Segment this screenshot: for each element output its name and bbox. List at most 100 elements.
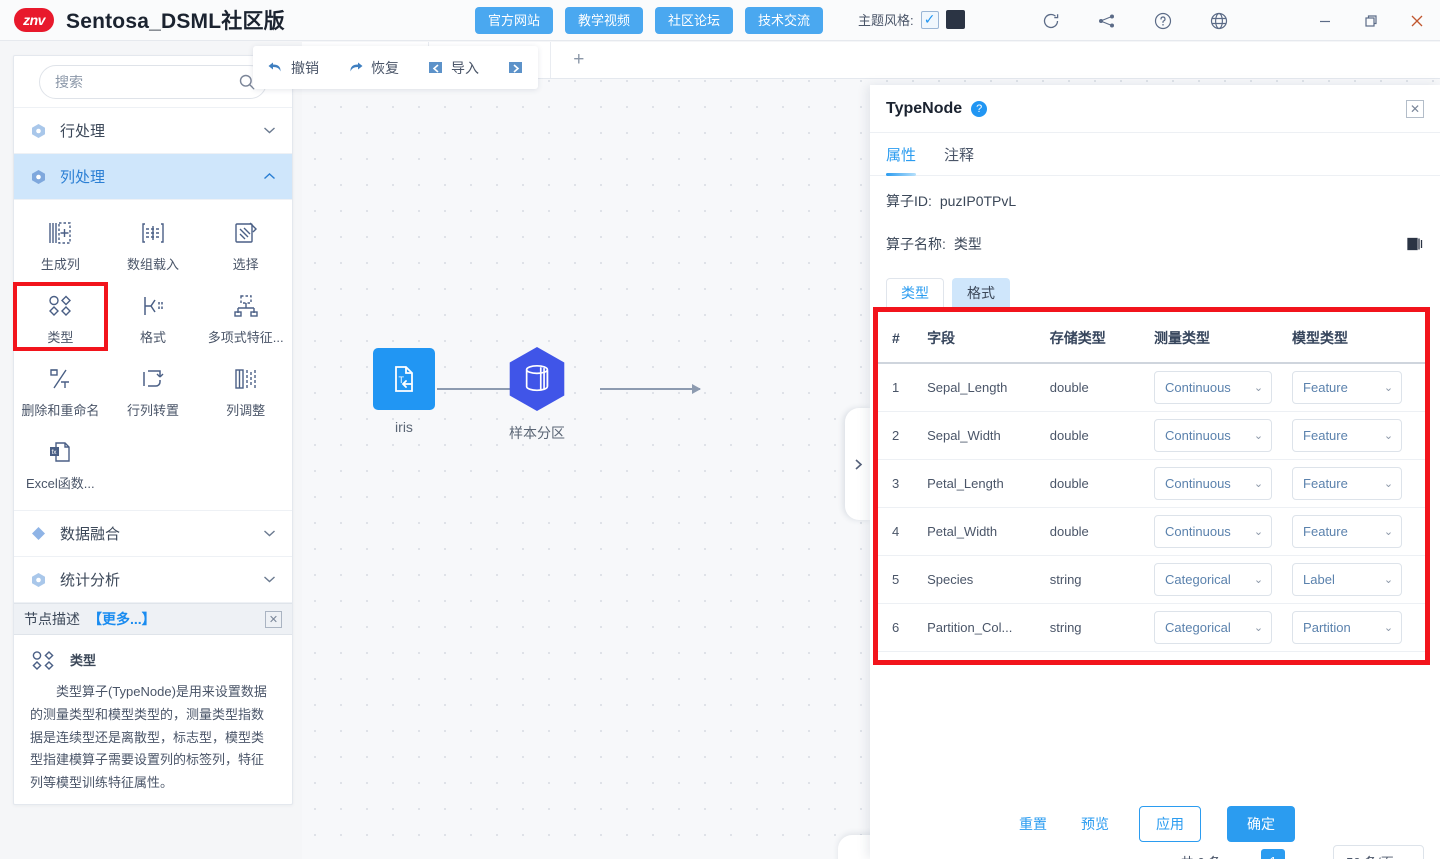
canvas-node-label: 样本分区 (509, 425, 565, 441)
operator-format[interactable]: 格式 (107, 283, 200, 350)
generate-column-icon (47, 218, 73, 248)
copy-icon[interactable] (1406, 235, 1424, 253)
polynomial-feature-icon (233, 291, 259, 321)
minimize-icon[interactable] (1302, 0, 1348, 41)
page-size-value: 50 条/页 (1346, 852, 1394, 859)
redo-icon (347, 59, 364, 76)
tech-exchange-button[interactable]: 技术交流 (745, 7, 824, 34)
canvas-node-iris[interactable]: T iris (373, 348, 435, 435)
close-icon[interactable]: ✕ (265, 610, 282, 628)
measure-type-select[interactable]: Continuous ⌄ (1154, 466, 1273, 500)
measure-type-select[interactable]: Categorical ⌄ (1154, 610, 1273, 644)
chevron-right-icon[interactable] (845, 408, 871, 520)
chevron-up-icon[interactable] (263, 170, 276, 184)
apply-button[interactable]: 应用 (1139, 806, 1201, 842)
import-button[interactable]: 导入 (427, 58, 479, 78)
undo-button[interactable]: 撤销 (267, 58, 319, 78)
operator-sidebar: 行处理 列处理 生成列 (13, 55, 293, 805)
nav-button-group: 官方网站 教学视频 社区论坛 技术交流 (475, 7, 824, 34)
cell-index: 6 (878, 603, 928, 652)
measure-type-value: Continuous (1165, 427, 1231, 443)
pagination-total: 共 6 条 (1181, 852, 1221, 859)
chevron-down-icon[interactable] (263, 527, 276, 541)
search-input[interactable] (53, 72, 238, 91)
sidebar-group-data-fusion[interactable]: 数据融合 (14, 511, 292, 557)
cell-index: 4 (878, 507, 928, 556)
chevron-down-icon: ⌄ (1383, 477, 1394, 490)
sidebar-group-statistical-analysis[interactable]: 统计分析 (14, 557, 292, 603)
pagination-page-1[interactable]: 1 (1261, 849, 1286, 859)
canvas-node-sample-partition[interactable]: 样本分区 (505, 344, 569, 443)
confirm-button[interactable]: 确定 (1227, 806, 1295, 842)
restore-icon[interactable] (1348, 0, 1394, 41)
measure-type-select[interactable]: Continuous ⌄ (1154, 514, 1273, 548)
operator-column-adjust[interactable]: 列调整 (199, 356, 292, 423)
redo-button[interactable]: 恢复 (347, 58, 399, 78)
sidebar-group-column-processing[interactable]: 列处理 (14, 154, 292, 200)
table-row: 4 Petal_Width double Continuous ⌄ Featur… (878, 507, 1425, 556)
operator-delete-rename[interactable]: 删除和重命名 (14, 356, 107, 423)
chevron-down-icon[interactable] (263, 124, 276, 138)
help-circle-icon[interactable]: ? (971, 100, 988, 117)
transpose-icon (140, 364, 166, 394)
model-type-select[interactable]: Feature ⌄ (1292, 418, 1403, 452)
node-description-more-link[interactable]: 【更多...】 (88, 609, 156, 629)
cell-storage-type: double (1049, 459, 1155, 508)
official-site-button[interactable]: 官方网站 (475, 7, 554, 34)
measure-type-value: Continuous (1165, 523, 1231, 539)
globe-icon[interactable] (1208, 10, 1230, 32)
chevron-down-icon: ⌄ (1253, 381, 1264, 394)
operator-name-row: 算子名称: 类型 (870, 225, 1440, 254)
operator-array-load[interactable]: 数组载入 (107, 210, 200, 277)
tab-annotations[interactable]: 注释 (944, 133, 974, 175)
operator-generate-column[interactable]: 生成列 (14, 210, 107, 277)
model-type-select[interactable]: Partition ⌄ (1292, 610, 1403, 644)
model-type-select[interactable]: Feature ⌄ (1292, 370, 1403, 404)
chevron-right-icon[interactable]: › (1295, 853, 1315, 859)
measure-type-select[interactable]: Categorical ⌄ (1154, 562, 1273, 596)
app-title: Sentosa_DSML社区版 (66, 10, 285, 33)
subtab-type[interactable]: 类型 (886, 278, 944, 307)
community-forum-button[interactable]: 社区论坛 (655, 7, 734, 34)
chevron-down-icon[interactable] (263, 573, 276, 587)
subtab-format[interactable]: 格式 (952, 278, 1010, 307)
table-header-row: # 字段 存储类型 测量类型 模型类型 (878, 312, 1425, 364)
help-circle-icon[interactable] (1152, 10, 1174, 32)
close-icon[interactable]: ✕ (1406, 99, 1424, 118)
operator-select[interactable]: 选择 (199, 210, 292, 277)
operator-polynomial-feature[interactable]: 多项式特征... (199, 283, 292, 350)
th-measure-type: 测量类型 (1154, 312, 1293, 364)
chevron-left-icon[interactable]: ‹ (1231, 853, 1251, 859)
hexagon-icon (30, 169, 46, 185)
tutorial-video-button[interactable]: 教学视频 (565, 7, 644, 34)
search-box[interactable] (39, 64, 267, 99)
model-type-select[interactable]: Label ⌄ (1292, 562, 1403, 596)
export-button[interactable] (507, 59, 524, 76)
model-type-select[interactable]: Feature ⌄ (1292, 466, 1403, 500)
cell-measure-type: Continuous ⌄ (1154, 507, 1293, 556)
operator-excel-function[interactable]: fx Excel函数... (14, 429, 107, 496)
measure-type-value: Continuous (1165, 379, 1231, 395)
reset-button[interactable]: 重置 (1015, 808, 1051, 840)
add-tab-button[interactable]: + (551, 42, 606, 78)
sidebar-group-row-processing[interactable]: 行处理 (14, 108, 292, 154)
theme-style-checkbox[interactable]: ✓ (920, 10, 939, 29)
th-model-type: 模型类型 (1292, 312, 1425, 364)
cell-storage-type: double (1049, 507, 1155, 556)
diamond-icon (30, 526, 46, 542)
model-type-value: Partition (1303, 619, 1351, 635)
operator-transpose[interactable]: 行列转置 (107, 356, 200, 423)
operator-label: 删除和重命名 (21, 403, 100, 418)
operator-type[interactable]: 类型 (13, 282, 108, 351)
refresh-icon[interactable] (1040, 10, 1062, 32)
measure-type-select[interactable]: Continuous ⌄ (1154, 370, 1273, 404)
measure-type-value: Categorical (1165, 619, 1231, 635)
share-nodes-icon[interactable] (1096, 10, 1118, 32)
measure-type-select[interactable]: Continuous ⌄ (1154, 418, 1273, 452)
operator-id-value: puzIP0TPvL (939, 193, 1017, 209)
close-icon[interactable] (1394, 0, 1440, 41)
preview-button[interactable]: 预览 (1077, 808, 1113, 840)
theme-color-swatch[interactable] (945, 10, 965, 29)
tab-attributes[interactable]: 属性 (886, 133, 917, 176)
model-type-select[interactable]: Feature ⌄ (1292, 514, 1403, 548)
